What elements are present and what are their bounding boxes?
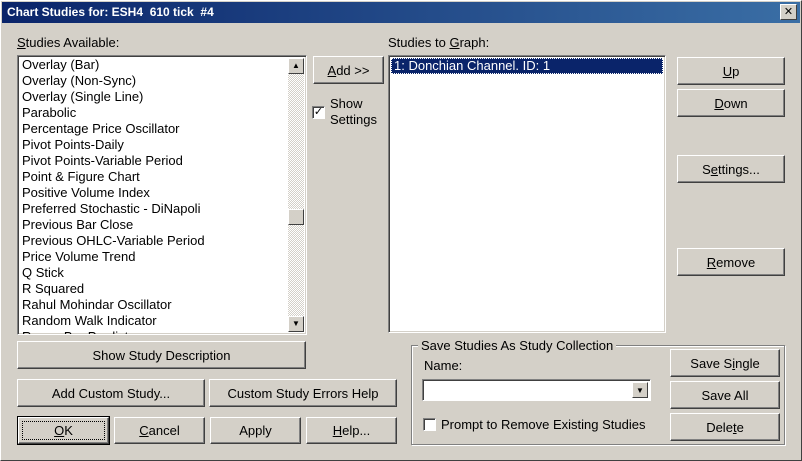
list-item[interactable]: Q Stick (22, 265, 288, 281)
studies-available-scrollbar[interactable]: ▲ ▼ (288, 58, 304, 332)
close-button[interactable]: ✕ (780, 4, 797, 20)
prompt-remove-label: Prompt to Remove Existing Studies (441, 417, 646, 432)
collection-name-combobox[interactable]: ▼ (422, 379, 651, 401)
custom-study-errors-help-button[interactable]: Custom Study Errors Help (209, 379, 397, 407)
settings-button[interactable]: Se ttings... (677, 155, 785, 183)
ok-button[interactable]: OK (17, 416, 110, 445)
studies-available-list[interactable]: Overlay (Bar) Overlay (Non-Sync) Overlay (… (17, 55, 307, 335)
apply-button[interactable]: Apply (210, 417, 301, 444)
add-custom-study-button[interactable]: Add Custom Study... (17, 379, 205, 407)
studies-available-items: Overlay (Bar) Overlay (Non-Sync) Overlay (… (22, 57, 288, 334)
list-item[interactable]: Point & Figure Chart (22, 169, 288, 185)
up-button[interactable]: Up (677, 57, 785, 85)
studies-to-graph-list[interactable]: 1: Donchian Channel. ID: 1 (388, 55, 666, 333)
delete-button[interactable]: Dele t e (670, 413, 780, 441)
scroll-up-button[interactable]: ▲ (288, 58, 304, 74)
list-item[interactable]: Range Bar Predictor (22, 329, 288, 334)
list-item[interactable]: Previous OHLC-Variable Period (22, 233, 288, 249)
scroll-down-button[interactable]: ▼ (288, 316, 304, 332)
scroll-thumb[interactable] (288, 209, 304, 225)
list-item[interactable]: Price Volume Trend (22, 249, 288, 265)
list-item[interactable]: Preferred Stochastic - DiNapoli (22, 201, 288, 217)
window-title: Chart Studies for: ESH4 610 tick #4 (7, 5, 214, 19)
list-item[interactable]: Rahul Mohindar Oscillator (22, 297, 288, 313)
arrow-up-icon: ▲ (292, 61, 300, 70)
show-settings-label: Show Settings (330, 96, 377, 127)
studies-available-label: Studies Available: (17, 35, 120, 50)
list-item[interactable]: Parabolic (22, 105, 288, 121)
collection-name-label: Name: (424, 358, 463, 373)
list-item[interactable]: Overlay (Bar) (22, 57, 288, 73)
list-item[interactable]: Positive Volume Index (22, 185, 288, 201)
cancel-button[interactable]: Cancel (114, 417, 205, 444)
arrow-down-icon: ▼ (292, 319, 300, 328)
title-bar[interactable]: Chart Studies for: ESH4 610 tick #4 ✕ (2, 2, 800, 23)
list-item[interactable]: Pivot Points-Daily (22, 137, 288, 153)
check-icon: ✓ (313, 106, 324, 118)
list-item[interactable]: Previous Bar Close (22, 217, 288, 233)
list-item[interactable]: Overlay (Non-Sync) (22, 73, 288, 89)
remove-button[interactable]: Remove (677, 248, 785, 276)
studies-to-graph-label: Studies to Graph: (388, 35, 490, 50)
show-settings-checkbox[interactable]: ✓ (312, 106, 325, 119)
add-study-button[interactable]: Add >> (313, 56, 384, 84)
list-item[interactable]: R Squared (22, 281, 288, 297)
show-study-description-button[interactable]: Show Study Description (17, 341, 306, 369)
prompt-remove-checkbox[interactable] (423, 418, 436, 431)
list-item[interactable]: Overlay (Single Line) (22, 89, 288, 105)
list-item[interactable]: Random Walk Indicator (22, 313, 288, 329)
help-button[interactable]: Help... (306, 417, 397, 444)
save-all-button[interactable]: Save All (670, 381, 780, 409)
close-icon: ✕ (783, 5, 794, 18)
list-item[interactable]: Percentage Price Oscillator (22, 121, 288, 137)
save-collection-group-title: Save Studies As Study Collection (418, 338, 617, 353)
down-button[interactable]: Down (677, 89, 785, 117)
list-item[interactable]: Pivot Points-Variable Period (22, 153, 288, 169)
chevron-down-icon: ▼ (636, 385, 644, 395)
chart-studies-dialog: Chart Studies for: ESH4 610 tick #4 ✕ St… (0, 0, 802, 461)
graph-list-item-selected[interactable]: 1: Donchian Channel. ID: 1 (391, 58, 663, 74)
save-single-button[interactable]: Save Si ngle (670, 349, 780, 377)
combo-dropdown-button[interactable]: ▼ (632, 382, 648, 398)
